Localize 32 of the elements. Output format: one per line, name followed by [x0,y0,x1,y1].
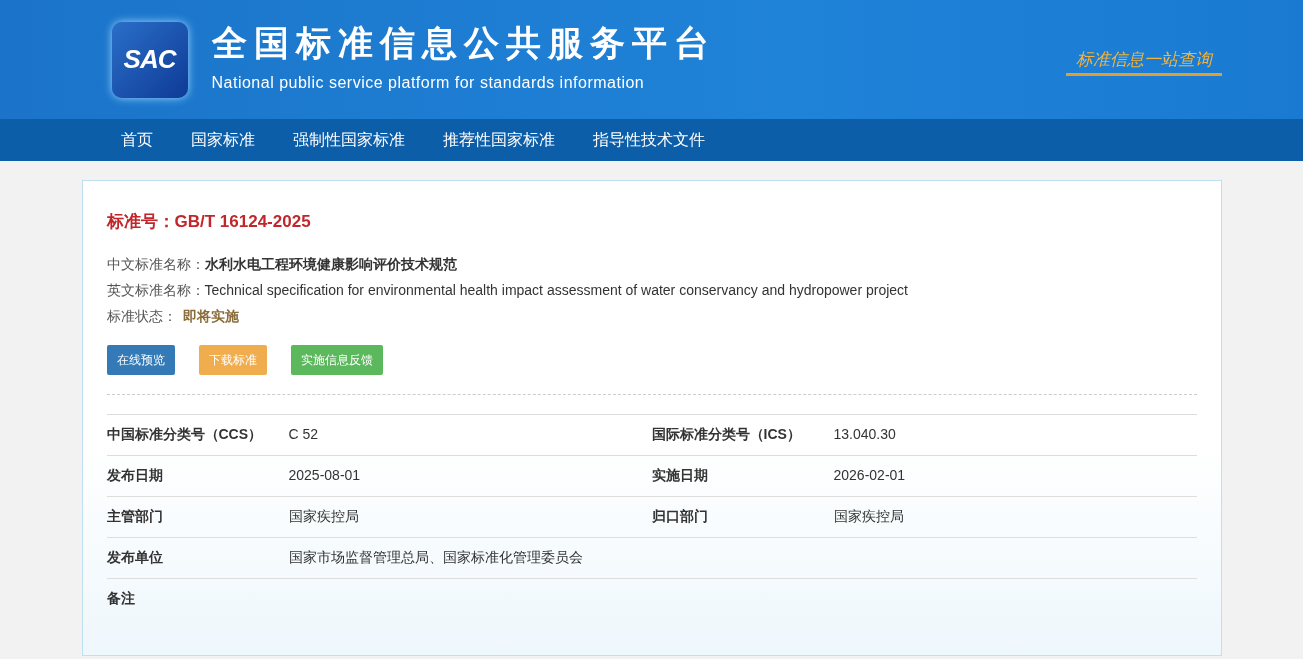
nav-link[interactable]: 强制性国家标准 [273,119,424,161]
field-label: 中文标准名称： [106,255,205,272]
detail-value: 2026-02-01 [833,466,906,485]
slogan: 标准信息一站查询 [1065,48,1222,76]
detail-value: 国家疾控局 [833,507,904,526]
site-title: 全国标准信息公共服务平台 [211,24,716,63]
detail-label: 发布日期 [106,466,164,485]
field-value: 即将实施 [182,307,239,324]
field-label: 英文标准名称： [106,281,205,298]
detail-label: 发布单位 [106,548,164,567]
detail-value: C 52 [288,425,320,444]
nav-link[interactable]: 国家标准 [171,119,274,161]
site-subtitle: National public service platform for standards information [211,72,646,93]
detail-label: 国际标准分类号（ICS） [651,425,802,444]
nav-link[interactable]: 指导性技术文件 [573,119,724,161]
detail-label: 备注 [106,589,136,608]
detail-label: 中国标准分类号（CCS） [106,425,264,444]
detail-value: 2025-08-01 [288,466,362,485]
field-label: 标准状态： [106,307,177,324]
detail-value: 国家疾控局 [288,507,360,526]
detail-value: 13.040.30 [833,425,896,444]
standard-number: 标准号：GB/T 16124-2025 [106,211,312,233]
logo: SAC [111,21,188,98]
detail-value: 国家市场监督管理总局、国家标准化管理委员会 [288,548,583,567]
field-value: Technical specification for environmental health impact assessment of water conservancy and hydropower project [204,281,908,298]
nav-link[interactable]: 推荐性国家标准 [423,119,574,161]
nav-link[interactable]: 首页 [101,119,172,161]
detail-label: 归口部门 [651,507,709,526]
field-value: 水利水电工程环境健康影响评价技术规范 [204,255,457,272]
detail-label: 主管部门 [106,507,164,526]
preview-button[interactable]: 在线预览 [106,344,175,375]
detail-label: 实施日期 [651,466,709,485]
